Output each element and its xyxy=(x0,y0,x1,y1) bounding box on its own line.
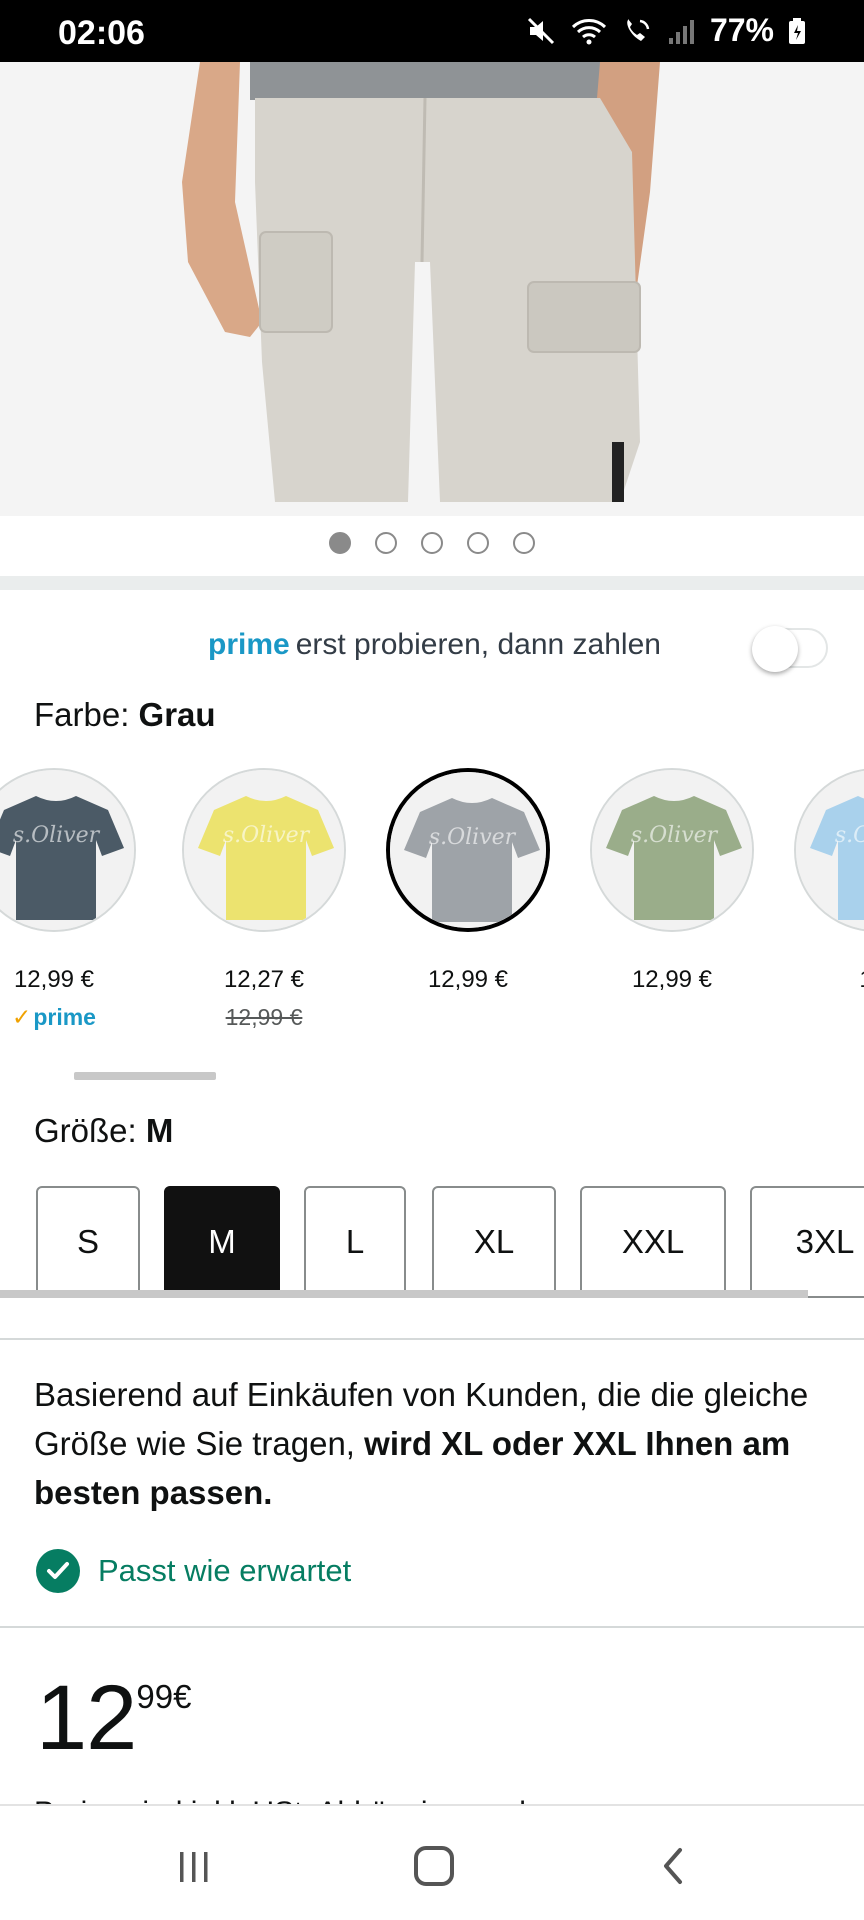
swatch-thumbnail: s.Oliver xyxy=(182,768,346,932)
prime-try-toggle[interactable] xyxy=(752,626,828,672)
swatch-scrollbar[interactable] xyxy=(74,1072,216,1080)
back-icon[interactable] xyxy=(644,1836,704,1896)
prime-check-icon: ✓ xyxy=(12,1004,32,1030)
swatch-thumbnail: s.Oliver xyxy=(590,768,754,932)
price-fraction-currency: 99€ xyxy=(136,1678,191,1716)
section-divider xyxy=(0,576,864,590)
fit-check-label: Passt wie erwartet xyxy=(98,1553,352,1588)
status-time: 02:06 xyxy=(58,14,145,52)
status-bar: 02:06 77% xyxy=(0,0,864,62)
swatch-thumbnail: s.Oliver xyxy=(794,768,864,932)
swatch-price: 12,99 € xyxy=(13,966,95,993)
svg-text:s.Oliver: s.Oliver xyxy=(631,823,719,848)
color-swatch-list[interactable]: s.Oliver 12,99 € ✓prime s.Oliver 12,27 € 12,9… xyxy=(0,768,864,1038)
size-option-xl[interactable]: XL xyxy=(432,1186,556,1298)
fit-recommendation: Basierend auf Einkäufen von Kunden, die … xyxy=(34,1370,834,1517)
svg-text:s.Oliver: s.Oliver xyxy=(429,825,517,850)
size-option-s[interactable]: S xyxy=(36,1186,140,1298)
svg-text:s.Oliver: s.Oliver xyxy=(835,823,864,848)
product-photo xyxy=(0,62,864,516)
size-label-text: Größe: xyxy=(34,1112,137,1149)
product-price: 1299€ xyxy=(36,1670,191,1766)
divider xyxy=(0,1338,864,1340)
svg-text:s.Oliver: s.Oliver xyxy=(223,823,311,848)
size-option-xxl[interactable]: XXL xyxy=(580,1186,726,1298)
size-option-list[interactable]: S M L XL XXL 3XL xyxy=(0,1186,864,1298)
color-label: Farbe: Grau xyxy=(34,696,216,734)
wifi-icon xyxy=(570,16,608,46)
prime-logo: prime xyxy=(208,628,290,661)
size-scrollbar[interactable] xyxy=(0,1290,808,1298)
swatch-old-price: 12,99 € xyxy=(225,1004,303,1030)
swatch-price: 12,99 € xyxy=(427,966,509,993)
price-whole: 12 xyxy=(36,1667,137,1769)
svg-text:s.Oliver: s.Oliver xyxy=(13,823,101,848)
signal-icon xyxy=(666,16,696,46)
recents-icon[interactable] xyxy=(164,1836,224,1896)
gallery-dots[interactable] xyxy=(0,532,864,562)
prime-badge: ✓prime xyxy=(0,1004,140,1031)
prime-try-label: erst probieren, dann zahlen xyxy=(295,628,661,661)
status-icons: 77% xyxy=(526,12,806,49)
color-selected-value: Grau xyxy=(138,696,216,733)
size-label: Größe: M xyxy=(34,1112,173,1150)
toggle-knob xyxy=(752,626,798,672)
swatch-thumbnail: s.Oliver xyxy=(0,768,136,932)
gallery-dot[interactable] xyxy=(467,532,489,554)
price-fraction: 99 xyxy=(136,1678,174,1715)
checkmark-icon xyxy=(36,1549,80,1593)
swatch-price: 12,99 € xyxy=(631,966,713,993)
prime-badge-label: prime xyxy=(33,1004,96,1030)
size-option-3xl[interactable]: 3XL xyxy=(750,1186,864,1298)
swatch-thumbnail: s.Oliver xyxy=(386,768,550,932)
prime-try-before-buy: prime erst probieren, dann zahlen xyxy=(0,620,864,674)
battery-icon xyxy=(788,16,806,46)
color-label-text: Farbe: xyxy=(34,696,130,733)
divider xyxy=(0,1626,864,1628)
system-nav-bar xyxy=(0,1804,864,1920)
wifi-calling-icon xyxy=(622,16,652,46)
gallery-dot[interactable] xyxy=(513,532,535,554)
size-selected-value: M xyxy=(145,1112,174,1149)
size-option-m[interactable]: M xyxy=(164,1186,280,1298)
battery-percent: 77% xyxy=(709,12,774,48)
prime-try-text: prime erst probieren, dann zahlen xyxy=(208,628,661,662)
fit-check-row[interactable]: Passt wie erwartet xyxy=(36,1548,351,1594)
gallery-dot[interactable] xyxy=(421,532,443,554)
home-icon[interactable] xyxy=(404,1836,464,1896)
gallery-dot[interactable] xyxy=(329,532,351,554)
size-option-l[interactable]: L xyxy=(304,1186,406,1298)
swatch-price: 12, xyxy=(790,966,864,994)
mute-icon xyxy=(526,16,556,46)
swatch-price: 12,27 € xyxy=(223,966,305,993)
gallery-dot[interactable] xyxy=(375,532,397,554)
product-image[interactable] xyxy=(0,62,864,516)
price-currency: € xyxy=(173,1678,192,1715)
